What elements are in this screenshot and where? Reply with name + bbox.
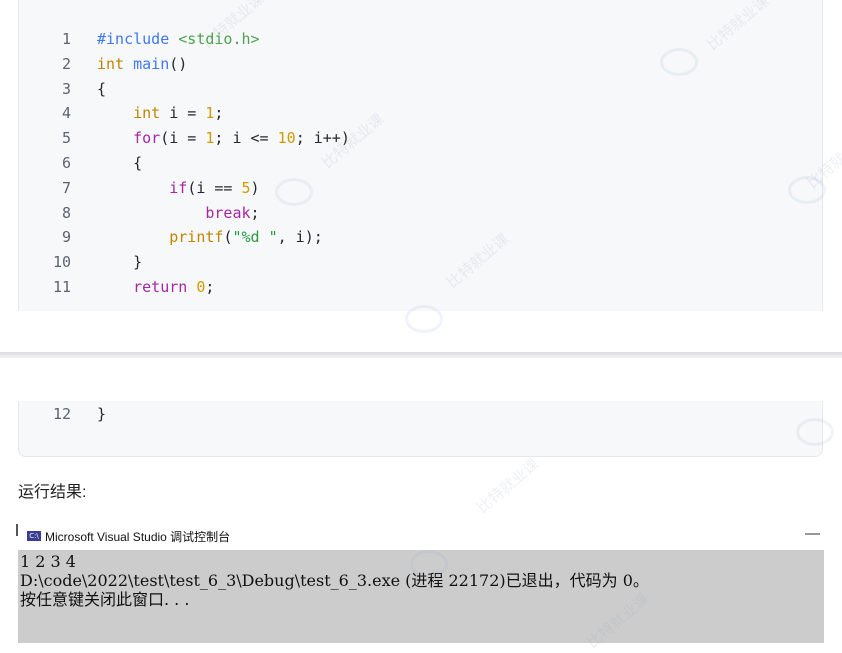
code-text: int i = 1; (133, 104, 224, 123)
line-number: 10 (52, 253, 71, 272)
code-line: 6 { (19, 151, 822, 176)
result-label: 运行结果: (18, 484, 87, 501)
console-output-line: 1 2 3 4 (20, 552, 76, 571)
code-line: 1 #include <stdio.h> (19, 27, 822, 52)
line-number: 5 (61, 129, 71, 148)
code-block: 1 #include <stdio.h> 2 int main() 3{4 int i … (18, 0, 823, 311)
code-line: 12} (19, 402, 822, 427)
code-text: return 0; (133, 278, 215, 296)
console-titlebar[interactable]: C:\ Microsoft Visual Studio 调试控制台 — (18, 522, 824, 550)
console-app-icon: C:\ (27, 531, 41, 541)
console-output-line: D:\code\2022\test\test_6_3\Debug\test_6_… (20, 571, 649, 590)
line-number: 1 (61, 30, 71, 48)
code-text: { (97, 79, 107, 98)
line-number: 6 (61, 154, 71, 172)
line-number: 11 (52, 278, 71, 296)
minimize-button[interactable]: — (805, 525, 820, 542)
console-output[interactable]: 1 2 3 4 D:\code\2022\test\test_6_3\Debug… (18, 550, 824, 643)
page-gap (0, 358, 842, 401)
code-line: 4 int i = 1; (19, 101, 822, 126)
code-text: for(i = 1; i <= 10; i++) (133, 129, 350, 148)
code-text: { (97, 154, 143, 172)
code-line: 10 } (19, 250, 822, 275)
code-line: 8 break; (19, 201, 822, 226)
code-line: 11 return 0; (19, 275, 822, 300)
line-number: 9 (61, 228, 71, 247)
console-title: Microsoft Visual Studio 调试控制台 (45, 530, 231, 544)
code-text: printf("%d ", i); (169, 228, 323, 247)
code-line: 5 for(i = 1; i <= 10; i++) (19, 126, 822, 151)
code-text: } (97, 405, 107, 423)
code-line: 2 int main() (19, 52, 822, 77)
code-line: 7 if(i == 5) (19, 176, 822, 201)
code-line: 3{ (19, 77, 822, 102)
code-text: if(i == 5) (169, 178, 260, 197)
code-line: 9 printf("%d ", i); (19, 225, 822, 250)
line-number: 12 (52, 405, 71, 423)
line-number: 8 (61, 203, 71, 222)
line-number: 7 (61, 178, 71, 197)
line-number: 2 (61, 54, 71, 73)
console-output-line: 按任意键关闭此窗口. . . (20, 590, 190, 609)
code-text: #include <stdio.h> (97, 30, 260, 48)
code-text: break; (205, 203, 260, 222)
code-block-continued: 12} (18, 401, 823, 457)
console-window: C:\ Microsoft Visual Studio 调试控制台 — 1 2 … (18, 522, 824, 643)
watermark-text: 比特就业课 (473, 455, 543, 517)
code-text: int main() (97, 54, 188, 73)
code-text: } (97, 253, 143, 272)
line-number: 3 (61, 79, 71, 98)
line-number: 4 (61, 104, 71, 123)
